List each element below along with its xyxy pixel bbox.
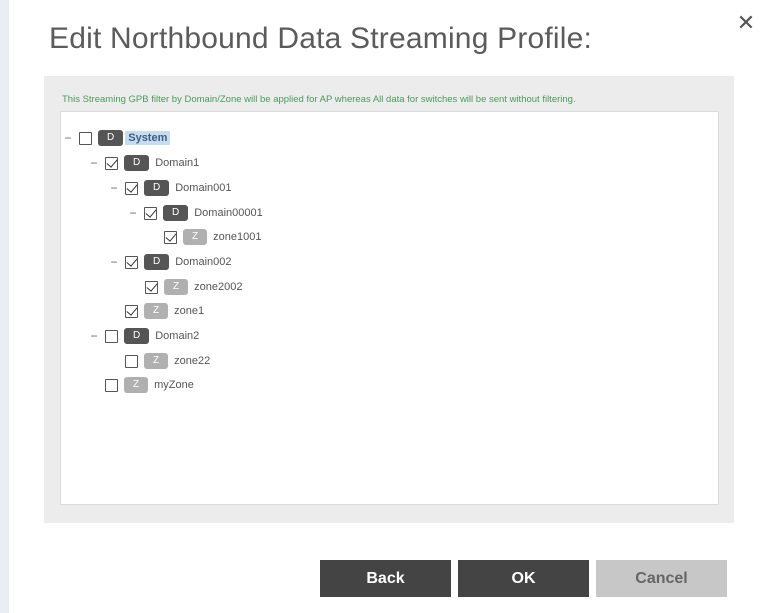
- checkbox-domain002[interactable]: [125, 255, 138, 269]
- zone-badge: Z: [183, 229, 208, 245]
- tree-label-domain001[interactable]: Domain001: [175, 182, 231, 194]
- collapse-icon[interactable]: −: [89, 330, 99, 342]
- edit-profile-dialog: Edit Northbound Data Streaming Profile: …: [9, 0, 763, 613]
- checkbox-zone2002[interactable]: [145, 280, 158, 294]
- tree-label-domain1[interactable]: Domain1: [155, 157, 199, 169]
- tree-node-zone2002: Z zone2002: [145, 278, 242, 296]
- tree-label-domain00001[interactable]: Domain00001: [194, 207, 263, 219]
- checkbox-domain001[interactable]: [125, 181, 138, 195]
- domain-badge: D: [144, 254, 170, 270]
- cancel-button[interactable]: Cancel: [596, 560, 727, 597]
- domain-badge: D: [144, 180, 170, 196]
- zone-badge: Z: [124, 377, 149, 393]
- tree-label-zone1[interactable]: zone1: [174, 305, 204, 317]
- filter-note: This Streaming GPB filter by Domain/Zone…: [62, 94, 576, 105]
- domain-badge: D: [124, 328, 150, 344]
- tree-label-domain002[interactable]: Domain002: [175, 256, 231, 268]
- tree-node-domain00001: − D Domain00001: [128, 204, 263, 222]
- domain-badge: D: [98, 130, 124, 146]
- checkbox-zone22[interactable]: [125, 354, 138, 368]
- collapse-icon[interactable]: −: [128, 207, 138, 219]
- checkbox-domain1[interactable]: [105, 156, 118, 170]
- domain-zone-tree: − D System − D Domain1 − D Domain001 − D…: [60, 111, 719, 505]
- tree-label-system[interactable]: System: [125, 131, 171, 145]
- checkbox-myzone[interactable]: [105, 378, 118, 392]
- filter-panel: This Streaming GPB filter by Domain/Zone…: [44, 76, 734, 523]
- tree-node-domain2: − D Domain2: [89, 327, 199, 345]
- tree-node-zone1: Z zone1: [125, 302, 204, 320]
- checkbox-system[interactable]: [79, 131, 92, 145]
- tree-label-domain2[interactable]: Domain2: [155, 330, 199, 342]
- tree-node-domain002: − D Domain002: [109, 253, 232, 271]
- domain-badge: D: [163, 205, 189, 221]
- tree-node-system: − D System: [63, 129, 171, 147]
- tree-node-myzone: Z myZone: [105, 376, 194, 394]
- ok-button[interactable]: OK: [458, 560, 589, 597]
- tree-label-zone2002[interactable]: zone2002: [194, 281, 242, 293]
- tree-label-zone22[interactable]: zone22: [174, 355, 210, 367]
- zone-badge: Z: [144, 303, 169, 319]
- dialog-title: Edit Northbound Data Streaming Profile:: [49, 22, 593, 55]
- close-icon[interactable]: ✕: [735, 12, 757, 34]
- zone-badge: Z: [144, 353, 169, 369]
- checkbox-domain2[interactable]: [105, 329, 118, 343]
- collapse-icon[interactable]: −: [109, 182, 119, 194]
- collapse-icon[interactable]: −: [63, 132, 73, 144]
- tree-node-zone22: Z zone22: [125, 352, 210, 370]
- tree-label-myzone[interactable]: myZone: [154, 379, 194, 391]
- tree-node-zone1001: Z zone1001: [164, 228, 261, 246]
- tree-label-zone1001[interactable]: zone1001: [213, 231, 261, 243]
- collapse-icon[interactable]: −: [89, 157, 99, 169]
- tree-node-domain001: − D Domain001: [109, 179, 232, 197]
- checkbox-zone1[interactable]: [125, 304, 138, 318]
- checkbox-domain00001[interactable]: [144, 206, 157, 220]
- background-strip: [0, 0, 9, 613]
- checkbox-zone1001[interactable]: [164, 230, 177, 244]
- domain-badge: D: [124, 155, 150, 171]
- zone-badge: Z: [164, 279, 189, 295]
- tree-node-domain1: − D Domain1: [89, 154, 199, 172]
- back-button[interactable]: Back: [320, 560, 451, 597]
- collapse-icon[interactable]: −: [109, 256, 119, 268]
